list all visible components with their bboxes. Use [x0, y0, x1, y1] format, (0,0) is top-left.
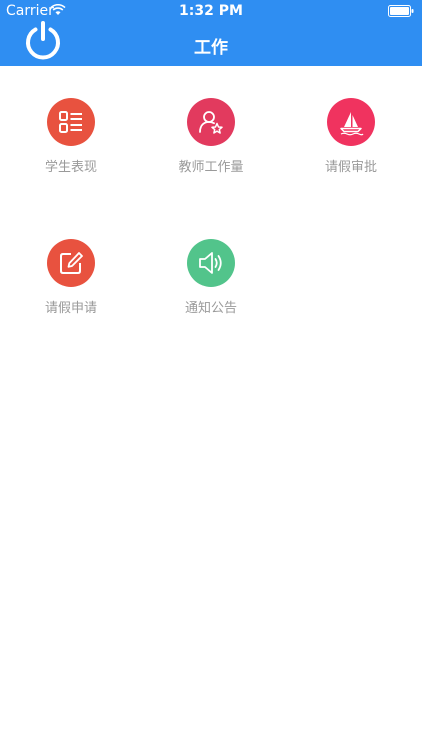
menu-item-label: 请假申请	[44, 301, 97, 316]
menu-item-teacher-workload[interactable]: 教师工作量	[141, 98, 281, 198]
menu-item-announcements[interactable]: 通知公告	[141, 239, 281, 339]
menu-item-label: 通知公告	[184, 301, 237, 316]
header: Carrier 1:32 PM 工作	[0, 0, 422, 66]
menu-item-leave-request[interactable]: 请假申请	[1, 239, 141, 339]
menu-item-label: 请假审批	[324, 160, 377, 175]
sailboat-icon	[327, 98, 375, 146]
list-icon	[47, 98, 95, 146]
menu-item-label: 学生表现	[44, 160, 97, 175]
battery-icon	[388, 5, 414, 17]
edit-icon	[47, 239, 95, 287]
menu-item-leave-approval[interactable]: 请假审批	[281, 98, 421, 198]
menu-item-label: 教师工作量	[178, 160, 244, 175]
user-star-icon	[187, 98, 235, 146]
status-bar: Carrier 1:32 PM	[0, 0, 422, 22]
speaker-icon	[187, 239, 235, 287]
status-time: 1:32 PM	[179, 3, 243, 19]
menu-item-student-performance[interactable]: 学生表现	[1, 98, 141, 198]
page-title: 工作	[194, 38, 228, 58]
